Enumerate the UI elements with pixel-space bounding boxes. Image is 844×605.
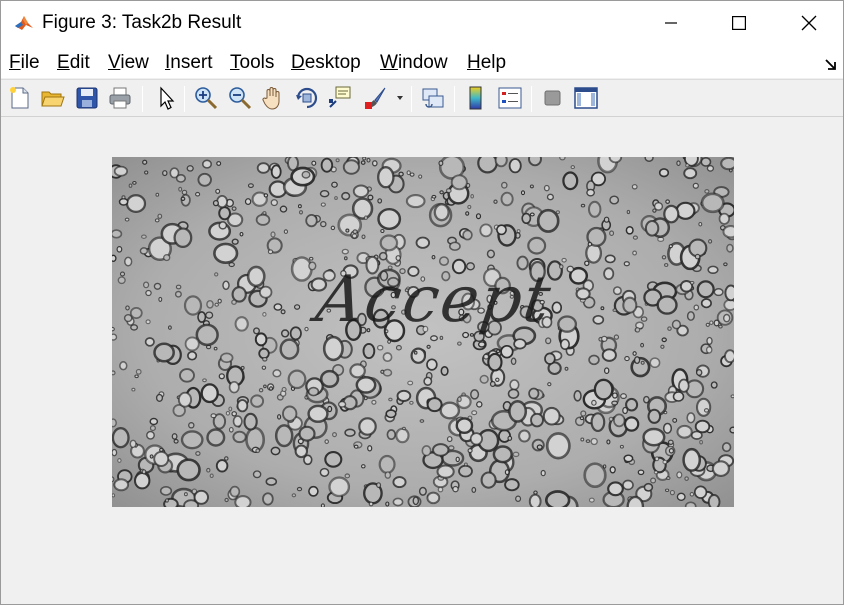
close-icon [801, 15, 817, 31]
print-icon[interactable] [107, 85, 133, 111]
menu-insert[interactable]: Insert [165, 52, 213, 74]
maximize-button[interactable] [716, 1, 762, 45]
accept-watermark-text: Accept [311, 263, 557, 337]
colorbar-icon[interactable] [463, 85, 489, 111]
maximize-icon [732, 16, 746, 30]
show-plot-tools-icon[interactable] [573, 85, 599, 111]
menu-view[interactable]: View [108, 52, 149, 74]
zoom-out-icon[interactable] [227, 85, 253, 111]
brush-dropdown-icon[interactable] [395, 85, 405, 111]
menu-desktop[interactable]: Desktop [291, 52, 361, 74]
window-title: Figure 3: Task2b Result [42, 12, 242, 33]
minimize-button[interactable] [648, 1, 694, 45]
menu-edit[interactable]: Edit [57, 52, 90, 74]
close-button[interactable] [786, 1, 832, 45]
menu-file[interactable]: File [9, 52, 40, 74]
open-file-icon[interactable] [40, 85, 66, 111]
toolbar-separator [454, 86, 455, 112]
toolbar-separator [411, 86, 412, 112]
toolbar-separator [184, 86, 185, 112]
brush-icon[interactable] [363, 85, 389, 111]
toolbar-separator [142, 86, 143, 112]
figure-canvas[interactable]: Accept [1, 118, 843, 604]
toolbar-separator [531, 86, 532, 112]
hide-plot-tools-icon[interactable] [540, 85, 566, 111]
figure-window: Figure 3: Task2b Result File Edit View I… [0, 0, 844, 605]
pan-hand-icon[interactable] [260, 85, 286, 111]
dock-figure-icon[interactable] [825, 58, 837, 70]
menu-window[interactable]: Window [380, 52, 448, 74]
new-figure-icon[interactable] [7, 85, 33, 111]
water-droplets-image: Accept [112, 157, 734, 507]
menu-tools[interactable]: Tools [230, 52, 274, 74]
data-cursor-icon[interactable] [327, 85, 353, 111]
link-plot-icon[interactable] [420, 85, 446, 111]
title-bar[interactable]: Figure 3: Task2b Result [1, 1, 843, 45]
save-icon[interactable] [74, 85, 100, 111]
matlab-logo-icon [14, 13, 34, 33]
edit-plot-arrow-icon[interactable] [153, 85, 179, 111]
legend-icon[interactable] [497, 85, 523, 111]
zoom-in-icon[interactable] [193, 85, 219, 111]
menu-bar: File Edit View Insert Tools Desktop Wind… [1, 45, 843, 78]
menu-help[interactable]: Help [467, 52, 506, 74]
minimize-icon [665, 22, 677, 24]
rotate-3d-icon[interactable] [294, 85, 320, 111]
figure-toolbar [1, 79, 843, 117]
